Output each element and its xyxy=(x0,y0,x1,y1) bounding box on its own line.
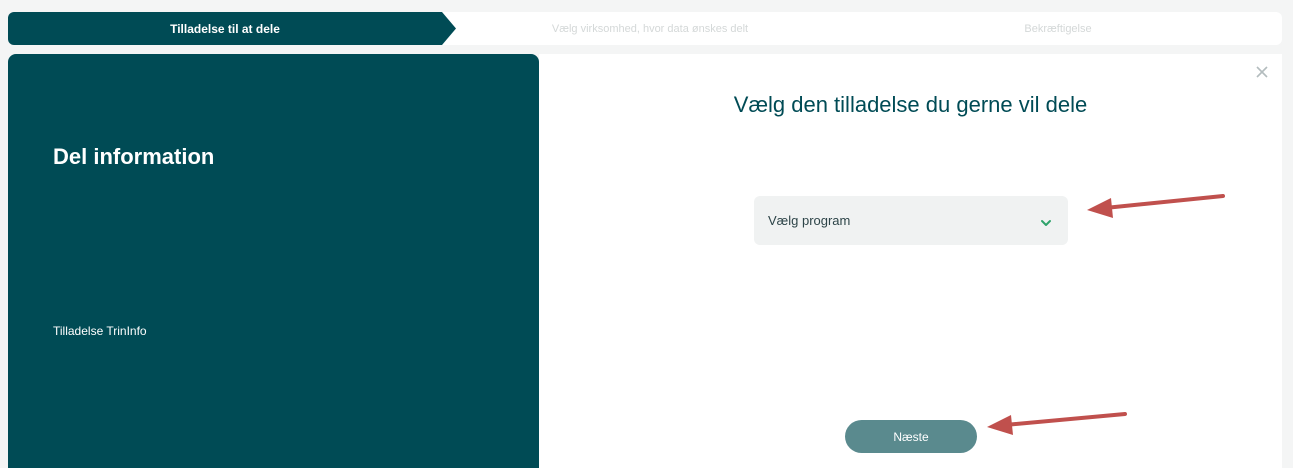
info-panel-title: Del information xyxy=(53,144,215,169)
close-icon[interactable] xyxy=(1252,62,1272,82)
page: Tilladelse til at dele Vælg virksomhed, … xyxy=(0,0,1293,468)
step-select-company[interactable]: Vælg virksomhed, hvor data ønskes delt xyxy=(460,12,840,45)
step-confirmation[interactable]: Bekræftigelse xyxy=(908,12,1208,45)
next-button[interactable]: Næste xyxy=(845,420,977,453)
info-panel: Del information Tilladelse TrinInfo xyxy=(8,54,539,468)
step-label: Bekræftigelse xyxy=(1024,22,1092,35)
step-permission[interactable]: Tilladelse til at dele xyxy=(8,12,456,45)
info-panel-text: Tilladelse TrinInfo xyxy=(53,324,147,338)
program-select[interactable]: Vælg program xyxy=(754,196,1068,245)
modal-panel: Vælg den tilladelse du gerne vil dele Væ… xyxy=(539,54,1282,468)
step-label: Vælg virksomhed, hvor data ønskes delt xyxy=(551,22,749,35)
modal-title: Vælg den tilladelse du gerne vil dele xyxy=(733,92,1088,117)
step-label: Tilladelse til at dele xyxy=(170,21,280,36)
progress-stepper: Tilladelse til at dele Vælg virksomhed, … xyxy=(8,12,1282,45)
chevron-down-icon xyxy=(1040,215,1052,233)
program-select-value: Vælg program xyxy=(768,213,851,228)
